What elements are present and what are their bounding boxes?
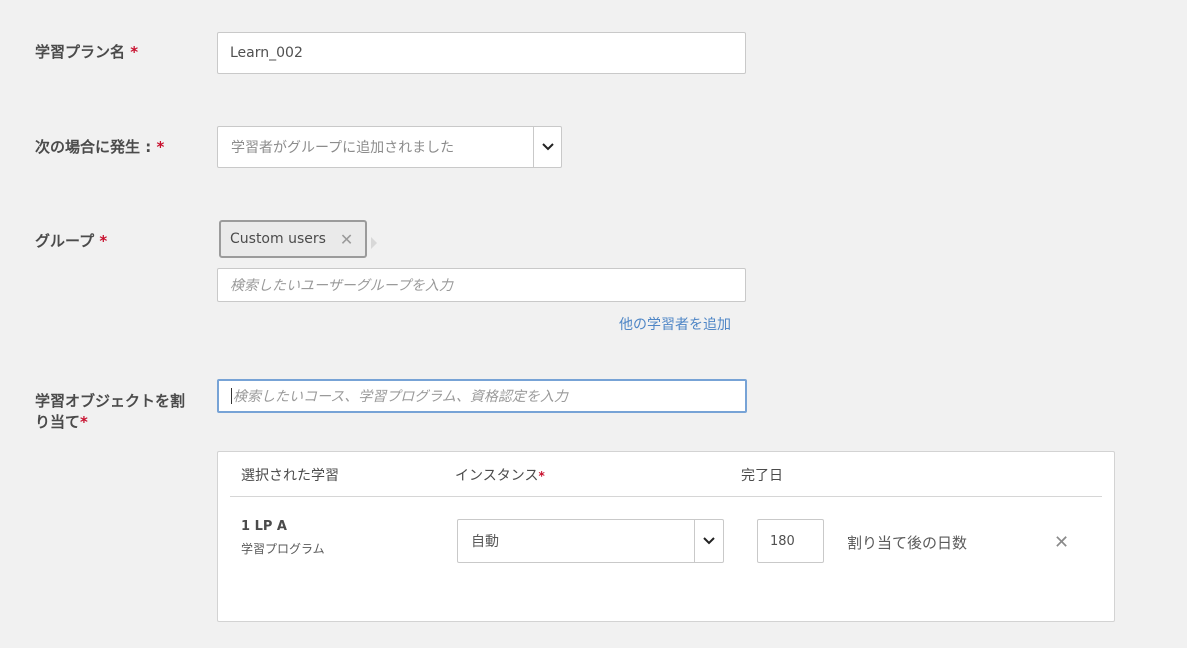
header-instance: インスタンス* — [455, 468, 545, 484]
chevron-down-icon[interactable] — [533, 127, 561, 167]
learning-object-search-input[interactable]: 検索したいコース、学習プログラム、資格認定を入力 — [217, 379, 747, 413]
close-icon[interactable]: ✕ — [1054, 532, 1069, 553]
learning-object-search-placeholder: 検索したいコース、学習プログラム、資格認定を入力 — [233, 389, 568, 405]
trigger-select-value: 学習者がグループに追加されました — [231, 140, 455, 156]
plan-name-label: 学習プラン名 * — [35, 43, 139, 61]
trigger-label: 次の場合に発生 : * — [35, 138, 165, 156]
plan-name-value: Learn_002 — [230, 45, 303, 61]
required-mark: * — [156, 138, 165, 156]
instance-select[interactable]: 自動 — [457, 519, 724, 563]
learning-program-type: 学習プログラム — [241, 542, 325, 556]
assign-label: 学習オブジェクトを割 り当て* — [35, 392, 186, 431]
group-search-input[interactable]: 検索したいユーザーグループを入力 — [217, 268, 746, 302]
header-selected-learning: 選択された学習 — [241, 468, 339, 484]
required-mark: * — [130, 43, 139, 61]
chip-arrow-icon — [371, 237, 377, 249]
chevron-down-icon[interactable] — [694, 520, 723, 562]
close-icon[interactable]: ✕ — [340, 230, 353, 249]
required-mark: * — [99, 232, 108, 250]
required-mark: * — [80, 413, 88, 431]
header-completion-date: 完了日 — [741, 468, 783, 484]
group-label: グループ * — [35, 232, 108, 250]
group-search-placeholder: 検索したいユーザーグループを入力 — [230, 278, 453, 294]
days-value: 180 — [770, 533, 795, 549]
plan-name-input[interactable]: Learn_002 — [217, 32, 746, 74]
days-input[interactable]: 180 — [757, 519, 824, 563]
learning-program-name: 1 LP A — [241, 519, 287, 534]
selected-learning-panel: 選択された学習 インスタンス* 完了日 1 LP A 学習プログラム 自動 18… — [217, 451, 1115, 622]
header-divider — [230, 496, 1102, 497]
days-after-assignment-label: 割り当て後の日数 — [847, 534, 968, 552]
text-cursor — [231, 388, 232, 404]
group-chip-label: Custom users — [230, 231, 326, 247]
instance-select-value: 自動 — [471, 534, 499, 550]
required-mark: * — [538, 469, 545, 483]
add-learners-link[interactable]: 他の学習者を追加 — [619, 314, 731, 334]
group-chip: Custom users ✕ — [219, 220, 367, 258]
trigger-select[interactable]: 学習者がグループに追加されました — [217, 126, 562, 168]
